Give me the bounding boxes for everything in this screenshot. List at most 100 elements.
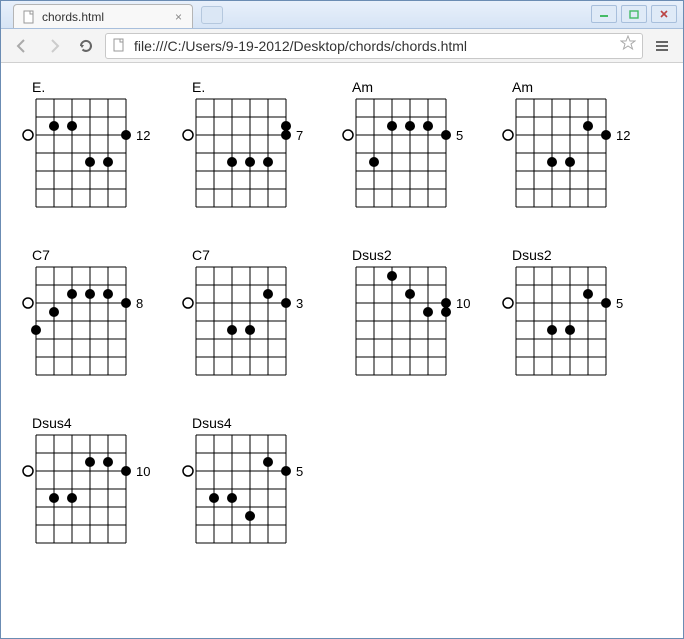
chord-diagram: C7 8 xyxy=(22,247,152,383)
open-string-marker xyxy=(183,298,193,308)
close-window-button[interactable] xyxy=(651,5,677,23)
chord-fretboard: 7 xyxy=(182,97,312,215)
finger-dot xyxy=(49,121,59,131)
chord-diagram: Am 12 xyxy=(502,79,632,215)
chord-fretboard: 8 xyxy=(22,265,152,383)
position-dot xyxy=(441,298,451,308)
open-string-marker xyxy=(503,130,513,140)
fret-position-label: 12 xyxy=(616,128,630,143)
finger-dot xyxy=(547,157,557,167)
finger-dot xyxy=(67,289,77,299)
file-icon xyxy=(22,10,36,24)
menu-button[interactable] xyxy=(649,33,675,59)
finger-dot xyxy=(49,493,59,503)
finger-dot xyxy=(245,157,255,167)
fret-position-label: 5 xyxy=(296,464,303,479)
chord-diagram: Am 5 xyxy=(342,79,472,215)
file-icon xyxy=(112,38,128,54)
finger-dot xyxy=(49,307,59,317)
tabstrip: chords.html × xyxy=(1,1,585,28)
chord-name: Am xyxy=(502,79,632,95)
finger-dot xyxy=(583,289,593,299)
chord-fretboard: 5 xyxy=(502,265,632,383)
finger-dot xyxy=(209,493,219,503)
finger-dot xyxy=(67,493,77,503)
finger-dot xyxy=(103,457,113,467)
chord-grid: E.12 E. 7 Am 5 Am 12 C7 8 C7 3 Dsus2 10 Dsus25 Dsus4 10… xyxy=(22,79,662,551)
window-controls xyxy=(585,1,683,28)
finger-dot xyxy=(263,289,273,299)
finger-dot xyxy=(387,121,397,131)
open-string-marker xyxy=(23,130,33,140)
tab-chords[interactable]: chords.html × xyxy=(13,4,193,28)
close-tab-icon[interactable]: × xyxy=(173,10,184,24)
position-dot xyxy=(281,130,291,140)
url-text: file:///C:/Users/9-19-2012/Desktop/chord… xyxy=(134,38,614,54)
chord-diagram: E. 7 xyxy=(182,79,312,215)
chord-fretboard: 12 xyxy=(22,97,152,215)
reload-button[interactable] xyxy=(73,33,99,59)
chord-name: C7 xyxy=(182,247,312,263)
chord-diagram: Dsus25 xyxy=(502,247,632,383)
chord-name: C7 xyxy=(22,247,152,263)
finger-dot xyxy=(263,457,273,467)
chord-name: Dsus4 xyxy=(182,415,312,431)
finger-dot xyxy=(85,289,95,299)
chord-fretboard: 10 xyxy=(342,265,472,383)
new-tab-button[interactable] xyxy=(201,6,223,24)
finger-dot xyxy=(103,289,113,299)
fret-position-label: 5 xyxy=(456,128,463,143)
finger-dot xyxy=(85,457,95,467)
open-string-marker xyxy=(23,466,33,476)
finger-dot xyxy=(387,271,397,281)
navbar: file:///C:/Users/9-19-2012/Desktop/chord… xyxy=(1,29,683,63)
finger-dot xyxy=(565,157,575,167)
bookmark-star-icon[interactable] xyxy=(620,35,636,56)
back-button[interactable] xyxy=(9,33,35,59)
forward-button[interactable] xyxy=(41,33,67,59)
position-dot xyxy=(121,298,131,308)
address-bar[interactable]: file:///C:/Users/9-19-2012/Desktop/chord… xyxy=(105,33,643,59)
titlebar: chords.html × xyxy=(1,1,683,29)
chord-name: E. xyxy=(182,79,312,95)
finger-dot xyxy=(565,325,575,335)
fret-position-label: 10 xyxy=(136,464,150,479)
position-dot xyxy=(121,130,131,140)
chord-name: Dsus2 xyxy=(342,247,472,263)
finger-dot xyxy=(369,157,379,167)
finger-dot xyxy=(227,493,237,503)
open-string-marker xyxy=(183,130,193,140)
open-string-marker xyxy=(503,298,513,308)
finger-dot xyxy=(227,325,237,335)
finger-dot xyxy=(423,121,433,131)
chord-diagram: E.12 xyxy=(22,79,152,215)
fret-position-label: 8 xyxy=(136,296,143,311)
finger-dot xyxy=(103,157,113,167)
minimize-button[interactable] xyxy=(591,5,617,23)
chord-diagram: Dsus4 10 xyxy=(22,415,152,551)
fret-position-label: 10 xyxy=(456,296,470,311)
position-dot xyxy=(601,298,611,308)
finger-dot xyxy=(245,325,255,335)
position-dot xyxy=(281,298,291,308)
chord-name: Dsus4 xyxy=(22,415,152,431)
finger-dot xyxy=(441,307,451,317)
chord-fretboard: 12 xyxy=(502,97,632,215)
chord-fretboard: 3 xyxy=(182,265,312,383)
fret-position-label: 7 xyxy=(296,128,303,143)
tab-title: chords.html xyxy=(42,10,173,24)
maximize-button[interactable] xyxy=(621,5,647,23)
fret-position-label: 5 xyxy=(616,296,623,311)
chord-fretboard: 10 xyxy=(22,433,152,551)
finger-dot xyxy=(245,511,255,521)
finger-dot xyxy=(85,157,95,167)
browser-window: chords.html × xyxy=(0,0,684,639)
chord-diagram: Dsus2 10 xyxy=(342,247,472,383)
finger-dot xyxy=(227,157,237,167)
fret-position-label: 3 xyxy=(296,296,303,311)
open-string-marker xyxy=(183,466,193,476)
position-dot xyxy=(441,130,451,140)
position-dot xyxy=(281,466,291,476)
chord-name: Am xyxy=(342,79,472,95)
finger-dot xyxy=(423,307,433,317)
